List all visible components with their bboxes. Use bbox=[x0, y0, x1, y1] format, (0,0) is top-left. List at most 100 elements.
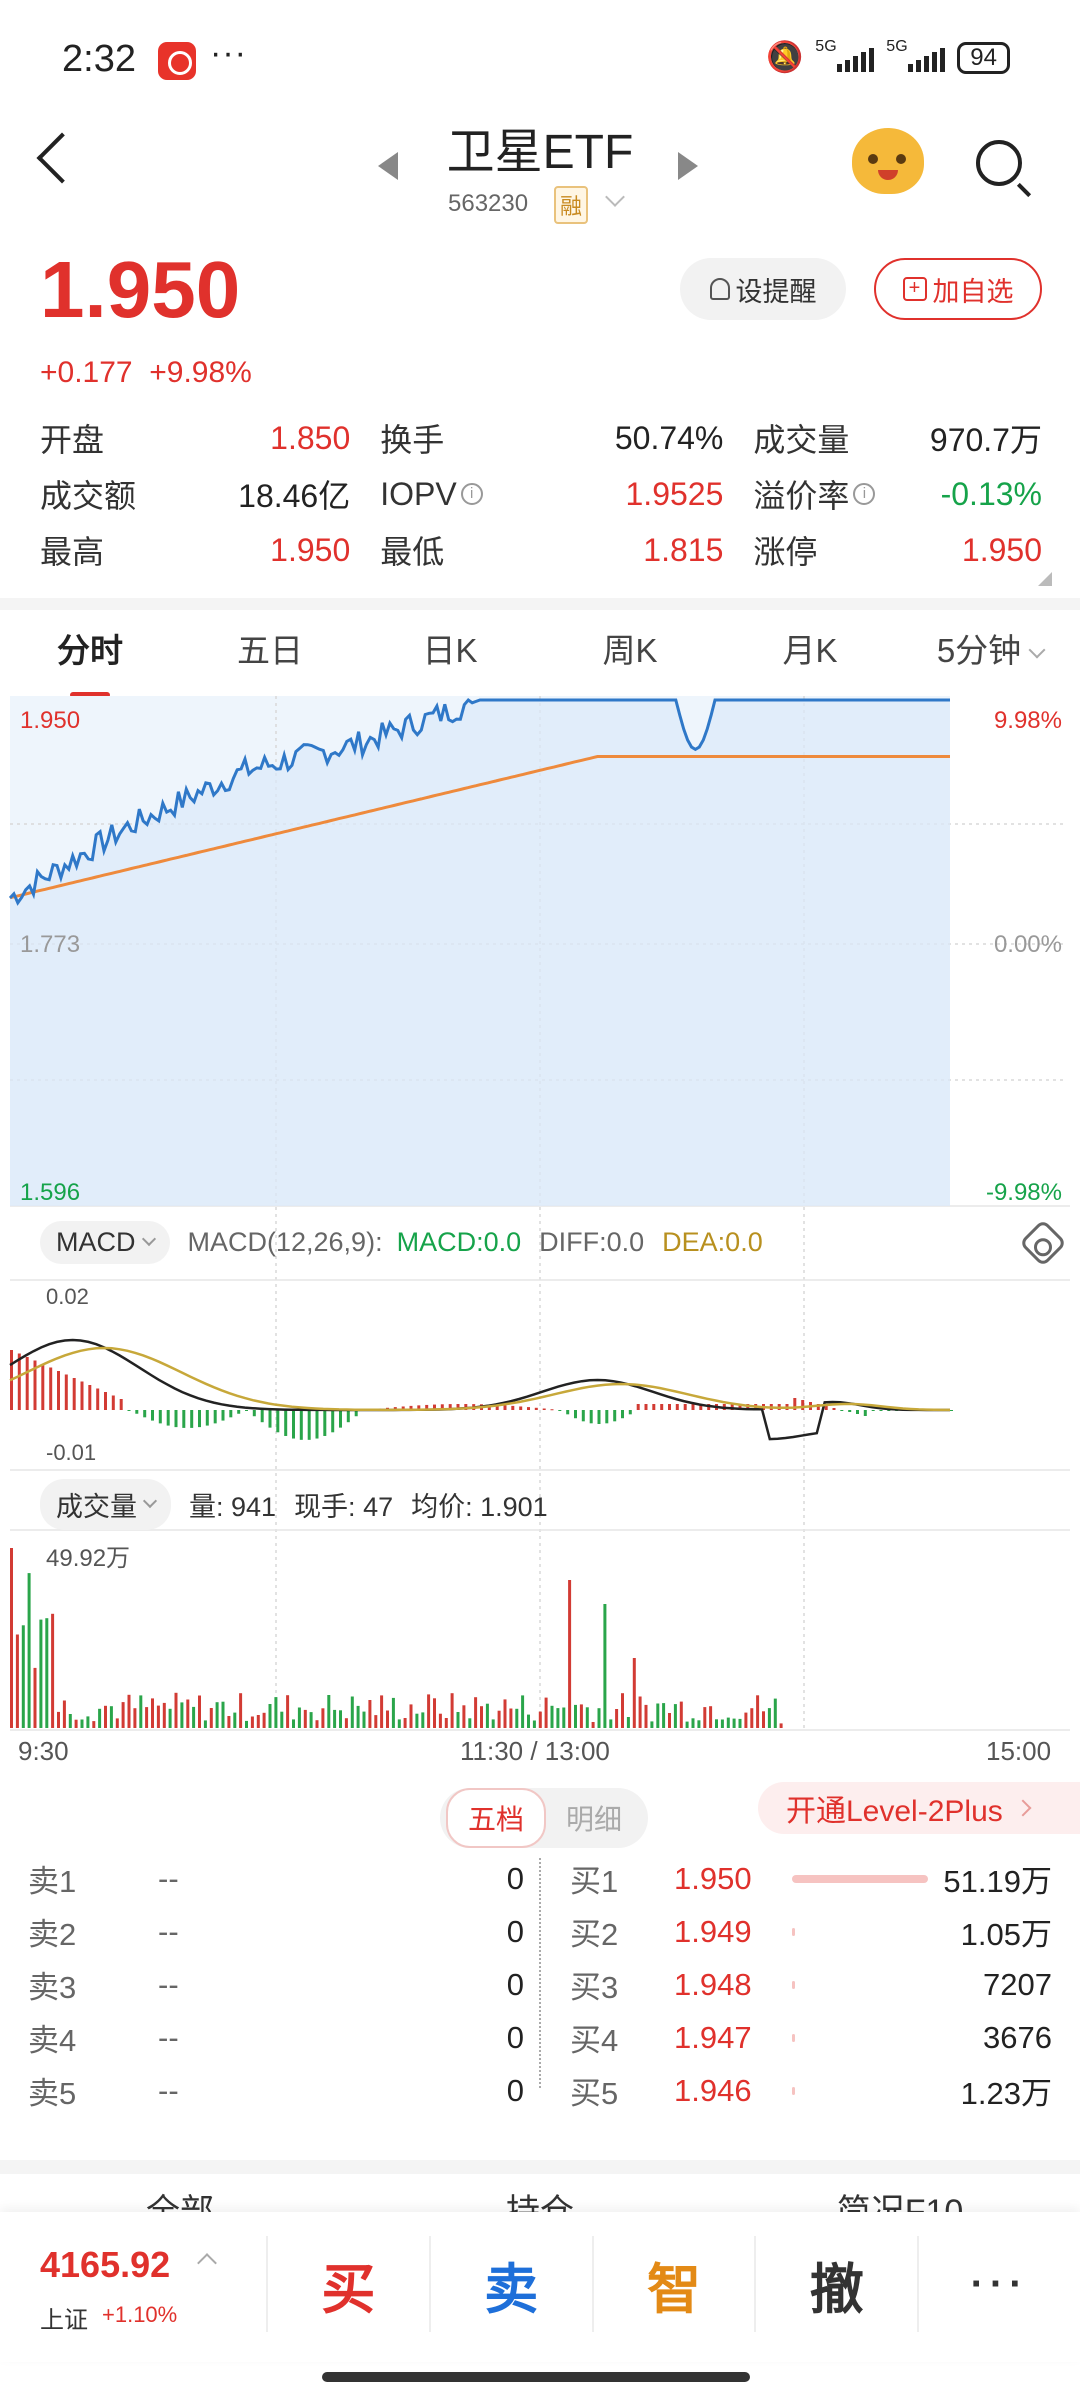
indicator-selector[interactable]: MACD bbox=[40, 1220, 170, 1264]
volume-bar bbox=[456, 1712, 460, 1728]
volume-bar bbox=[468, 1718, 472, 1728]
buy-button[interactable]: 买 bbox=[266, 2236, 429, 2332]
stat-label: 成交额 bbox=[40, 478, 137, 514]
status-time: 2:32 bbox=[62, 38, 136, 80]
info-icon[interactable]: i bbox=[853, 483, 876, 505]
expand-corner-icon[interactable] bbox=[1038, 572, 1052, 586]
volume-bar bbox=[74, 1719, 78, 1728]
chevron-down-icon bbox=[1028, 641, 1046, 659]
tab-4[interactable]: 月K bbox=[720, 624, 900, 684]
stat-value: 1.950 bbox=[961, 531, 1042, 568]
volume-bar bbox=[515, 1708, 519, 1728]
stat-label: 最低 bbox=[380, 534, 445, 570]
buy-volume-bar bbox=[792, 2033, 942, 2042]
buy-row[interactable]: 买5 1.946 1.23万 bbox=[570, 2064, 1052, 2117]
volume-bar bbox=[145, 1707, 149, 1728]
volume-bar bbox=[10, 1548, 13, 1728]
volume-bar bbox=[233, 1712, 237, 1728]
volume-bar bbox=[303, 1709, 307, 1728]
tab-details[interactable]: 明细 bbox=[546, 1790, 642, 1846]
volume-bar bbox=[703, 1707, 707, 1728]
macd-bar bbox=[104, 1392, 107, 1410]
volume-bar bbox=[92, 1721, 96, 1728]
volume-bar bbox=[750, 1708, 754, 1728]
buy-row[interactable]: 买2 1.949 1.05万 bbox=[570, 1905, 1052, 1958]
sell-row[interactable]: 卖5 -- 0 bbox=[28, 2064, 524, 2117]
chevron-down-icon[interactable] bbox=[605, 187, 625, 207]
volume-bar bbox=[174, 1692, 178, 1728]
volume-bar bbox=[51, 1613, 55, 1728]
orderbook-toggle: 五档 明细 bbox=[440, 1788, 649, 1848]
tab-five-levels[interactable]: 五档 bbox=[446, 1788, 547, 1848]
volume-bar bbox=[109, 1706, 113, 1728]
volume-bar bbox=[691, 1718, 695, 1728]
macd-bar bbox=[566, 1410, 570, 1415]
sell-row[interactable]: 卖3 -- 0 bbox=[28, 1958, 524, 2011]
volume-bar bbox=[762, 1711, 765, 1728]
macd-axis-bottom: -0.01 bbox=[46, 1440, 96, 1465]
volume-bar bbox=[198, 1695, 201, 1728]
pct-axis-top: 9.98% bbox=[994, 707, 1062, 734]
macd-bar bbox=[57, 1371, 60, 1410]
macd-bar bbox=[652, 1404, 656, 1410]
volume-bar bbox=[127, 1694, 131, 1728]
stat-cell: IOPV i 1.9525 bbox=[380, 476, 723, 513]
lower-tab-1[interactable]: 持仓 bbox=[360, 2184, 720, 2214]
smart-order-button[interactable]: 智 bbox=[591, 2236, 755, 2332]
volume-selector[interactable]: 成交量 bbox=[40, 1478, 171, 1530]
next-stock-icon[interactable] bbox=[678, 152, 698, 180]
tab-1[interactable]: 五日 bbox=[180, 624, 360, 684]
volume-bar bbox=[485, 1703, 489, 1728]
pct-axis-bottom: -9.98% bbox=[986, 1179, 1062, 1206]
prev-stock-icon[interactable] bbox=[378, 152, 398, 180]
tab-5[interactable]: 5分钟 bbox=[900, 624, 1080, 684]
macd-bar bbox=[871, 1410, 875, 1411]
stat-value: 50.74% bbox=[614, 419, 724, 456]
assistant-mascot-icon[interactable] bbox=[852, 128, 924, 194]
add-watchlist-button[interactable]: + 加自选 bbox=[874, 258, 1042, 320]
sell-button[interactable]: 卖 bbox=[428, 2236, 592, 2332]
stat-row: 最高 1.950 最低 1.815 涨停 1.950 bbox=[40, 522, 1042, 578]
chevron-right-icon bbox=[1014, 1799, 1032, 1817]
divider bbox=[0, 2160, 1080, 2174]
volume-bar bbox=[685, 1721, 689, 1728]
buy-volume-bar bbox=[792, 1980, 942, 1989]
lower-tab-2[interactable]: 简况F10 bbox=[720, 2184, 1080, 2214]
level2-upgrade-button[interactable]: 开通Level-2Plus bbox=[758, 1782, 1080, 1834]
volume-bar bbox=[268, 1704, 272, 1728]
volume-bar bbox=[433, 1698, 436, 1728]
cancel-order-button[interactable]: 撤 bbox=[754, 2236, 917, 2332]
macd-bar bbox=[605, 1410, 609, 1424]
volume-bar bbox=[438, 1713, 442, 1728]
index-value[interactable]: 4165.92 bbox=[40, 2244, 170, 2286]
macd-bar bbox=[260, 1410, 264, 1423]
sell-price: -- bbox=[158, 1860, 179, 1896]
macd-bar bbox=[205, 1410, 209, 1426]
buy-price: 1.949 bbox=[674, 1913, 752, 1949]
search-icon[interactable] bbox=[976, 140, 1022, 186]
lower-tab-0[interactable]: 全部 bbox=[0, 2184, 360, 2214]
sell-row[interactable]: 卖1 -- 0 bbox=[28, 1852, 524, 1905]
macd-bar bbox=[848, 1410, 852, 1412]
tab-0[interactable]: 分时 bbox=[0, 624, 180, 698]
tab-3[interactable]: 周K bbox=[540, 624, 720, 684]
tab-2[interactable]: 日K bbox=[360, 624, 540, 684]
buy-row[interactable]: 买1 1.950 51.19万 bbox=[570, 1852, 1052, 1905]
macd-bar bbox=[96, 1388, 100, 1410]
quote-stats: 开盘 1.850 换手 50.74% 成交量 970.7万 成交额 18.46亿 IOPV i 1.… bbox=[40, 410, 1042, 578]
volume-bar bbox=[544, 1697, 548, 1728]
info-icon[interactable]: i bbox=[460, 483, 483, 505]
sell-row[interactable]: 卖2 -- 0 bbox=[28, 1905, 524, 1958]
buy-row[interactable]: 买4 1.947 3676 bbox=[570, 2011, 1052, 2064]
stat-row: 成交额 18.46亿 IOPV i 1.9525 溢价率 i -0.13% bbox=[40, 466, 1042, 522]
macd-bar bbox=[198, 1410, 201, 1428]
home-indicator[interactable] bbox=[322, 2372, 750, 2382]
macd-bar bbox=[863, 1410, 867, 1416]
set-alert-button[interactable]: 设提醒 bbox=[680, 258, 846, 320]
more-icon[interactable]: ··· bbox=[917, 2236, 1080, 2332]
sell-price: -- bbox=[158, 2072, 179, 2108]
buy-row[interactable]: 买3 1.948 7207 bbox=[570, 1958, 1052, 2011]
sell-row[interactable]: 卖4 -- 0 bbox=[28, 2011, 524, 2064]
volume-bar bbox=[767, 1708, 771, 1728]
time-end: 15:00 bbox=[986, 1736, 1052, 1766]
